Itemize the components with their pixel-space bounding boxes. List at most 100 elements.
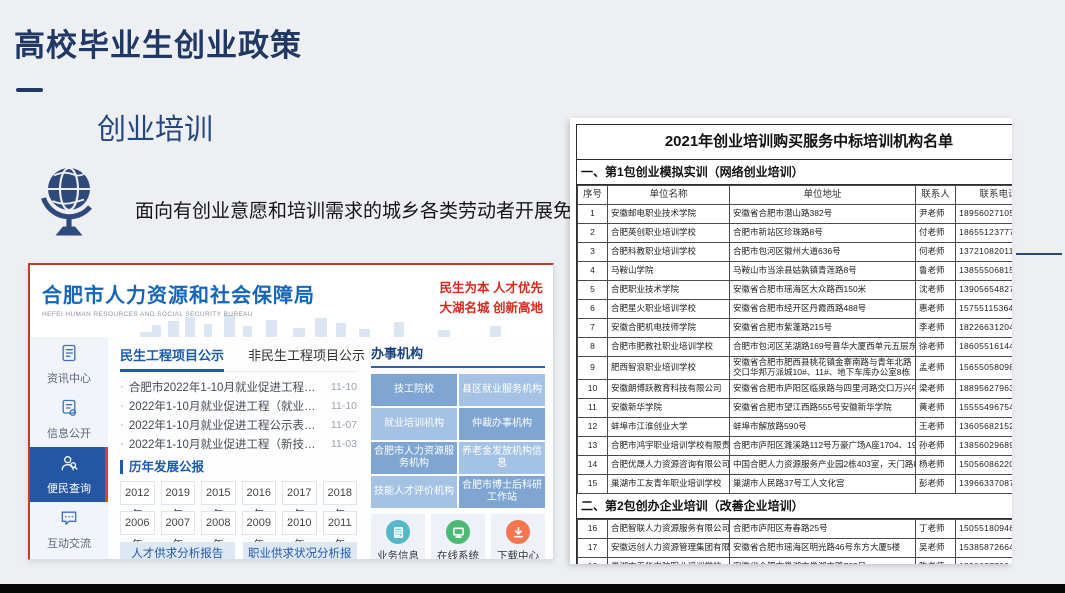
cell-phone: 15055180946	[956, 519, 1013, 538]
site-header: 合肥市人力资源和社会保障局 HEFEI HUMAN RESOURCES AND …	[30, 265, 553, 337]
cell-addr: 合肥市庐阳区濉溪路112号万豪广场A座1704、1910	[730, 436, 916, 455]
cell-name: 巢湖市工友青年职业培训学校	[608, 474, 730, 493]
news-list: 合肥市2022年1-10月就业促进工程（就业见习）公示表 11-10 2022年1-…	[120, 377, 357, 453]
cell-contact: 王老师	[916, 417, 956, 436]
news-item-title: 2022年1-10月就业促进工程公示表（求职用工精准对接计划）	[129, 417, 325, 433]
cell-no: 18	[578, 557, 608, 564]
year-button[interactable]: 2011年	[323, 511, 358, 535]
cell-name: 合肥职业技术学院	[608, 281, 730, 300]
quick-link-business-info[interactable]: 业务信息	[371, 514, 425, 559]
cell-no: 6	[578, 300, 608, 319]
news-item-title: 合肥市2022年1-10月就业促进工程（就业见习）公示表	[129, 379, 325, 395]
year-button[interactable]: 2015年	[201, 481, 236, 505]
table-row: 16合肥智联人力资源服务有限公司合肥市庐阳区寿春路25号丁老师150551809…	[578, 519, 1013, 538]
quick-link-label: 下载中心	[497, 548, 539, 559]
year-button[interactable]: 2009年	[242, 511, 277, 535]
table-row: 6合肥星火职业培训学校安徽省合肥市经开区丹霞西路488号惠老师157551153…	[578, 300, 1013, 319]
year-button[interactable]: 2007年	[161, 511, 196, 535]
cell-addr: 安徽省合肥市瑶海区明光路46号东方大厦5楼	[730, 538, 916, 557]
table-row: 2合肥英创职业培训学校合肥市新站区珍珠路8号付老师18655123777	[578, 224, 1013, 243]
sidebar-item-interaction[interactable]: 互动交流	[30, 502, 108, 557]
year-button[interactable]: 2016年	[242, 481, 277, 505]
table-row: 3合肥科教职业培训学校合肥市包河区徽州大道636号何老师13721082011	[578, 243, 1013, 262]
cell-phone: 18605516144	[956, 338, 1013, 357]
year-button[interactable]: 2006年	[120, 511, 155, 535]
cell-no: 12	[578, 417, 608, 436]
cell-contact: 丁老师	[916, 519, 956, 538]
year-button[interactable]: 2012年	[120, 481, 155, 505]
cell-contact: 李老师	[916, 319, 956, 338]
year-button[interactable]: 2008年	[201, 511, 236, 535]
news-item-date: 11-10	[331, 381, 357, 393]
cell-name: 肥西智浪职业培训学校	[608, 357, 730, 380]
cell-name: 合肥优晟人力资源咨询有限公司	[608, 455, 730, 474]
cell-contact: 徐老师	[916, 338, 956, 357]
sidebar-item-public-query[interactable]: 便民查询	[30, 447, 108, 502]
table-section-1-title: 一、第1包创业模拟实训（网络创业培训）	[577, 160, 1012, 185]
sidebar-item-news-center[interactable]: 资讯中心	[30, 337, 108, 392]
cell-addr: 巢湖市人民路37号工人文化宫	[730, 474, 916, 493]
year-button[interactable]: 2018年	[323, 481, 358, 505]
quick-link-label: 业务信息	[377, 548, 419, 559]
cell-name: 合肥智联人力资源服务有限公司	[608, 519, 730, 538]
agency-button[interactable]: 合肥市人力资源服务机构	[371, 442, 457, 474]
cell-addr: 马鞍山市当涂县姑孰镇青莲路8号	[730, 262, 916, 281]
cell-phone: 13986277004	[956, 557, 1013, 564]
table-row: 7安徽合肥机电技师学院安徽省合肥市紫蓬路215号李老师18226631204	[578, 319, 1013, 338]
cell-addr: 安徽省合肥市望江西路555号安徽新华学院	[730, 398, 916, 417]
cell-no: 10	[578, 379, 608, 398]
cell-contact: 彭老师	[916, 474, 956, 493]
year-button[interactable]: 2019年	[161, 481, 196, 505]
news-item[interactable]: 合肥市2022年1-10月就业促进工程（就业见习）公示表 11-10	[120, 377, 357, 396]
agency-button[interactable]: 技能人才评价机构	[371, 476, 457, 508]
quick-link-online-system[interactable]: 在线系统	[431, 514, 485, 559]
site-logo-title: 合肥市人力资源和社会保障局	[42, 279, 315, 308]
report-buttons: 人才供求分析报告职业供求状况分析报告	[120, 542, 357, 559]
tab-non-minsheng-projects[interactable]: 非民生工程项目公示	[248, 345, 365, 364]
agencies-panel: 办事机构 技工院校县区就业服务机构就业培训机构仲裁办事机构合肥市人力资源服务机构…	[367, 337, 553, 559]
agency-button[interactable]: 仲裁办事机构	[459, 408, 545, 440]
agency-button[interactable]: 养老金发放机构信息	[459, 442, 545, 474]
agency-button[interactable]: 就业培训机构	[371, 408, 457, 440]
year-button[interactable]: 2017年	[282, 481, 317, 505]
cell-phone: 13721082011	[956, 243, 1013, 262]
cell-addr: 合肥市包河区芜湖路169号晋华大厦西单元五层东南之间（租赁）	[730, 338, 916, 357]
site-slogan: 民生为本 人才优先 大湖名城 创新高地	[440, 278, 543, 318]
download-icon	[506, 520, 530, 544]
news-item[interactable]: 2022年1-10月就业促进工程（就业见习）公示11-10	[120, 396, 357, 415]
news-item[interactable]: 2022年1-10月就业促进工程公示表（求职用工精准对接计划）11-07	[120, 415, 357, 434]
table-section-2-title: 二、第2包创办企业培训（改善企业培训）	[577, 494, 1012, 519]
cell-contact: 孟老师	[916, 357, 956, 380]
sidebar-item-label: 信息公开	[47, 425, 91, 441]
cell-no: 11	[578, 398, 608, 417]
cell-phone: 18956027105	[956, 205, 1013, 224]
table-header-row: 序号单位名称单位地址联系人联系电话	[578, 186, 1013, 205]
cell-contact: 孙老师	[916, 436, 956, 455]
report-button-2[interactable]: 职业供求状况分析报告	[243, 542, 358, 559]
agency-button[interactable]: 合肥市博士后科研工作站	[459, 476, 545, 508]
year-button[interactable]: 2010年	[282, 511, 317, 535]
document-gear-icon	[59, 398, 79, 421]
cell-phone: 15655058098	[956, 357, 1013, 380]
cell-addr: 安徽省合肥市紫蓬路215号	[730, 319, 916, 338]
cell-addr: 中国合肥人力资源服务产业园2栋403室，天门路80号	[730, 455, 916, 474]
globe-icon	[33, 162, 105, 238]
cell-contact: 沈老师	[916, 281, 956, 300]
news-item[interactable]: 2022年1-10月就业促进工程（新技工系统培养）公示表11-03	[120, 434, 357, 453]
annual-report-section-title: 历年发展公报	[120, 460, 357, 474]
site-logo-subtitle: HEFEI HUMAN RESOURCES AND SOCIAL SECURIT…	[42, 311, 315, 318]
table-row: 5合肥职业技术学院安徽省合肥市瑶海区大众路西150米沈老师13905654827	[578, 281, 1013, 300]
report-button-1[interactable]: 人才供求分析报告	[120, 542, 235, 559]
column-header: 联系电话	[956, 186, 1013, 205]
news-item-date: 11-03	[331, 438, 357, 450]
right-dash-decoration	[1016, 253, 1062, 255]
site-body: 资讯中心信息公开便民查询互动交流 民生工程项目公示 非民生工程项目公示 合肥市20…	[30, 337, 553, 559]
sidebar-item-info-disclosure[interactable]: 信息公开	[30, 392, 108, 447]
agency-button[interactable]: 县区就业服务机构	[459, 374, 545, 406]
tab-minsheng-projects[interactable]: 民生工程项目公示	[120, 345, 224, 364]
quick-link-download-center[interactable]: 下载中心	[491, 514, 545, 559]
cell-addr: 安徽省合肥市经开区丹霞西路488号	[730, 300, 916, 319]
table-row: 17安徽远创人力资源管理集团有限公司安徽省合肥市瑶海区明光路46号东方大厦5楼吴…	[578, 538, 1013, 557]
agency-button[interactable]: 技工院校	[371, 374, 457, 406]
site-logo: 合肥市人力资源和社会保障局 HEFEI HUMAN RESOURCES AND …	[42, 279, 315, 318]
